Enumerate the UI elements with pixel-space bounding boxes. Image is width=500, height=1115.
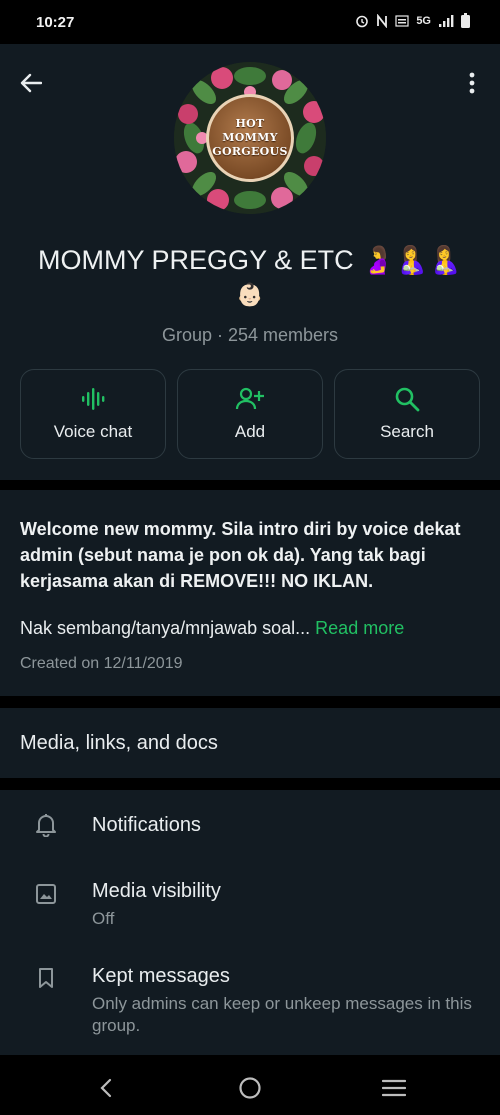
status-bar: 10:27 5G: [0, 0, 500, 44]
signal-icon: [438, 14, 454, 27]
group-name-emoji: 👶🏻: [236, 282, 264, 307]
chevron-left-icon: [100, 1078, 112, 1098]
read-more-link[interactable]: Read more: [315, 618, 404, 638]
avatar-text-line: GORGEOUS: [212, 145, 288, 158]
add-label: Add: [234, 422, 266, 441]
group-member-count: Group · 254 members: [161, 325, 339, 345]
voice-waveform-icon: [80, 386, 106, 412]
add-member-button[interactable]: Add: [177, 369, 323, 459]
battery-icon: [461, 13, 470, 28]
nav-back-button[interactable]: [88, 1072, 124, 1104]
media-visibility-row[interactable]: Media visibility Off: [0, 870, 500, 940]
media-links-docs-label: Media, links, and docs: [20, 732, 218, 754]
search-button[interactable]: Search: [334, 369, 480, 459]
voice-chat-label: Voice chat: [53, 422, 133, 441]
avatar-text-line: MOMMY: [222, 131, 278, 144]
notifications-row[interactable]: Notifications: [0, 790, 500, 862]
search-label: Search: [380, 422, 434, 441]
more-vert-icon: [469, 72, 475, 94]
created-date: Created on 12/11/2019: [20, 655, 183, 672]
voice-chat-button[interactable]: Voice chat: [20, 369, 166, 459]
avatar-plaque: HOT MOMMY GORGEOUS: [206, 94, 294, 182]
group-description: Welcome new mommy. Sila intro diri by vo…: [0, 490, 500, 696]
status-icons: 5G: [355, 13, 470, 28]
notifications-title: Notifications: [92, 814, 201, 836]
back-arrow-icon: [20, 73, 42, 93]
recents-menu-icon: [382, 1079, 406, 1097]
group-settings-list: Notifications Media visibility Off Kept …: [0, 790, 500, 1055]
kept-messages-row[interactable]: Kept messages Only admins can keep or un…: [0, 955, 500, 1045]
network-label: 5G: [416, 14, 431, 27]
nfc-icon: [376, 13, 388, 28]
more-options-button[interactable]: [460, 66, 484, 100]
bookmark-icon: [34, 966, 58, 990]
status-time: 10:27: [36, 14, 75, 31]
nav-home-button[interactable]: [232, 1072, 268, 1104]
group-name: MOMMY PREGGY & ETC 🤰🤱🤱: [38, 245, 462, 275]
back-button[interactable]: [14, 66, 48, 100]
avatar-text-line: HOT: [235, 117, 265, 130]
alarm-icon: [355, 14, 369, 28]
nav-recents-button[interactable]: [376, 1072, 412, 1104]
kept-messages-title: Kept messages: [92, 965, 230, 987]
search-icon: [394, 386, 420, 412]
image-icon: [34, 882, 58, 906]
add-person-icon: [235, 386, 265, 412]
home-circle-icon: [239, 1077, 261, 1099]
group-header: HOT MOMMY GORGEOUS MOMMY PREGGY & ETC 🤰🤱…: [0, 44, 500, 480]
description-preview-text: Nak sembang/tanya/mnjawab soal...: [20, 618, 311, 638]
media-links-docs-row[interactable]: Media, links, and docs: [0, 708, 500, 778]
description-text: Welcome new mommy. Sila intro diri by vo…: [20, 519, 461, 591]
action-buttons: Voice chat Add Search: [20, 369, 480, 459]
group-avatar[interactable]: HOT MOMMY GORGEOUS: [174, 62, 326, 214]
media-visibility-value: Off: [92, 909, 115, 928]
media-visibility-title: Media visibility: [92, 880, 221, 902]
kept-messages-description: Only admins can keep or unkeep messages …: [92, 994, 472, 1035]
bell-icon: [34, 813, 58, 837]
volte-icon: [395, 14, 409, 28]
description-preview: Nak sembang/tanya/mnjawab soal... Read m…: [20, 618, 404, 639]
group-info-screen: 10:27 5G HOT MOMMY GORGEOUS MOMMY PREGGY…: [0, 0, 500, 1115]
system-nav-bar: [0, 1060, 500, 1115]
